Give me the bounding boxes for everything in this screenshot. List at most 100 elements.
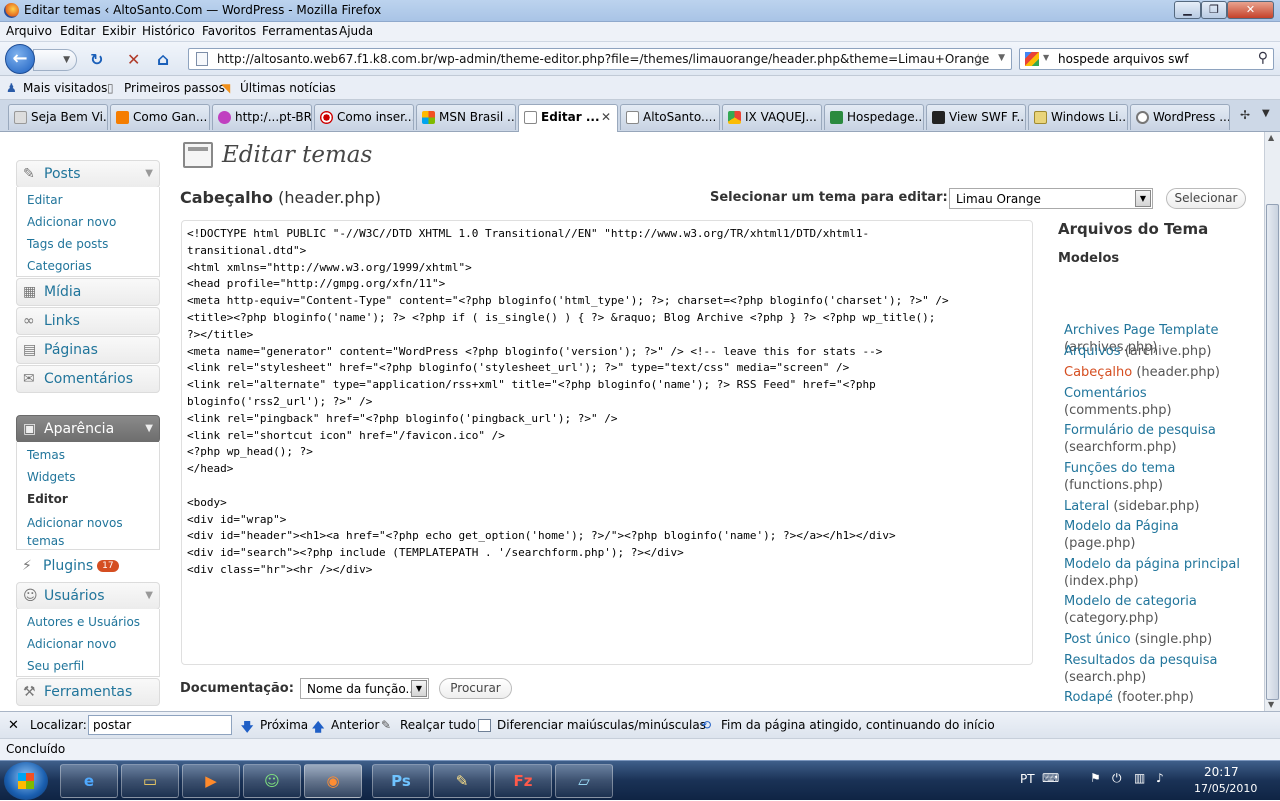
stop-icon[interactable]: ✕ (127, 50, 140, 69)
menu-favoritos[interactable]: Favoritos (202, 24, 256, 38)
media-player-taskbar-icon[interactable]: ▶ (182, 764, 240, 798)
menu-paginas[interactable]: ▤ Páginas (16, 336, 160, 364)
maximize-button[interactable]: ❐ (1201, 1, 1227, 19)
select-theme-button[interactable]: Selecionar (1166, 188, 1246, 209)
submenu-adicionar-novo[interactable]: Adicionar novo (27, 215, 116, 229)
close-button[interactable]: ✕ (1227, 1, 1274, 19)
submenu-editar[interactable]: Editar (27, 193, 63, 207)
chevron-down-icon[interactable]: ▼ (145, 590, 153, 601)
chevron-down-icon[interactable]: ▼ (1135, 190, 1151, 207)
chevron-down-icon[interactable]: ▼ (411, 680, 427, 697)
find-previous-button[interactable]: Anterior (331, 718, 379, 732)
menu-exibir[interactable]: Exibir (102, 24, 136, 38)
filezilla-taskbar-icon[interactable]: Fz (494, 764, 552, 798)
submenu-widgets[interactable]: Widgets (27, 470, 76, 484)
find-input[interactable]: postar (88, 715, 232, 735)
power-icon[interactable]: ⏻ (1112, 771, 1122, 786)
back-button[interactable]: ← (5, 44, 35, 74)
tab-list-icon[interactable]: ▼ (1262, 108, 1270, 119)
menu-midia[interactable]: ▦ Mídia (16, 278, 160, 306)
bookmark-ultimas-noticias[interactable]: Últimas notícias (240, 81, 336, 95)
url-history-dropdown-icon[interactable]: ▼ (998, 53, 1005, 63)
menu-editar[interactable]: Editar (60, 24, 96, 38)
submenu-tags[interactable]: Tags de posts (27, 237, 108, 251)
theme-file-link[interactable]: Arquivos (archive.php) (1064, 343, 1254, 360)
theme-file-link[interactable]: Resultados da pesquisa (search.php) (1064, 652, 1254, 686)
theme-file-link[interactable]: Funções do tema (functions.php) (1064, 460, 1254, 494)
menu-links[interactable]: ∞ Links (16, 307, 160, 335)
theme-file-link[interactable]: Lateral (sidebar.php) (1064, 498, 1254, 515)
submenu-temas[interactable]: Temas (27, 448, 65, 462)
reload-icon[interactable]: ↻ (90, 50, 103, 69)
messenger-taskbar-icon[interactable]: ☺ (243, 764, 301, 798)
submenu-categorias[interactable]: Categorias (27, 259, 92, 273)
theme-file-link[interactable]: Post único (single.php) (1064, 631, 1254, 648)
photoshop-taskbar-icon[interactable]: Ps (372, 764, 430, 798)
new-tab-icon[interactable]: ✢ (1240, 108, 1250, 122)
clock-date[interactable]: 17/05/2010 (1194, 782, 1257, 795)
tab-4[interactable]: Como inser... (314, 104, 414, 130)
search-engine-dropdown-icon[interactable]: ▼ (1043, 53, 1049, 62)
close-findbar-icon[interactable]: ✕ (8, 718, 19, 733)
match-case-checkbox[interactable] (478, 719, 491, 732)
lookup-button[interactable]: Procurar (439, 678, 512, 699)
flag-icon[interactable]: ⚑ (1090, 771, 1101, 785)
submenu-adicionar-usuario[interactable]: Adicionar novo (27, 637, 116, 651)
menu-comentarios[interactable]: ✉ Comentários (16, 365, 160, 393)
code-editor-textarea[interactable]: <!DOCTYPE html PUBLIC "-//W3C//DTD XHTML… (181, 220, 1033, 665)
tab-1[interactable]: Seja Bem Vi... (8, 104, 108, 130)
menu-ferramentas[interactable]: Ferramentas (262, 24, 338, 38)
tab-2[interactable]: Como Gan... (110, 104, 210, 130)
forward-dropdown-button[interactable]: ▼ (33, 49, 77, 71)
menu-aparencia[interactable]: ▣ Aparência ▼ (16, 415, 160, 443)
tab-8[interactable]: IX VAQUEJ... (722, 104, 822, 130)
network-icon[interactable]: ▥ (1134, 771, 1145, 785)
menu-historico[interactable]: Histórico (142, 24, 195, 38)
firefox-taskbar-icon[interactable]: ◉ (304, 764, 362, 798)
highlight-all-button[interactable]: Realçar tudo (400, 718, 476, 732)
home-icon[interactable]: ⌂ (157, 50, 169, 70)
theme-file-link[interactable]: Formulário de pesquisa (searchform.php) (1064, 422, 1254, 456)
keyboard-icon[interactable]: ⌨ (1042, 771, 1059, 785)
search-icon[interactable]: ⚲ (1258, 50, 1268, 66)
scroll-down-icon[interactable]: ▼ (1268, 700, 1274, 709)
theme-file-link[interactable]: Comentários (comments.php) (1064, 385, 1254, 419)
tab-5[interactable]: MSN Brasil ... (416, 104, 516, 130)
notepad-taskbar-icon[interactable]: ✎ (433, 764, 491, 798)
submenu-seu-perfil[interactable]: Seu perfil (27, 659, 84, 673)
tab-11[interactable]: Windows Li... (1028, 104, 1128, 130)
tab-7[interactable]: AltoSanto.... (620, 104, 720, 130)
url-bar[interactable]: http://altosanto.web67.f1.k8.com.br/wp-a… (188, 48, 1012, 70)
minimize-button[interactable]: ▁ (1174, 1, 1201, 19)
start-button[interactable] (4, 762, 48, 800)
tab-editar-active[interactable]: Editar ... ✕ (518, 104, 618, 132)
bookmark-primeiros-passos[interactable]: Primeiros passos (124, 81, 225, 95)
menu-ajuda[interactable]: Ajuda (339, 24, 373, 38)
menu-ferramentas[interactable]: ⚒ Ferramentas (16, 678, 160, 706)
ie-taskbar-icon[interactable]: e (60, 764, 118, 798)
theme-file-link[interactable]: Modelo da página principal (index.php) (1064, 556, 1254, 590)
submenu-autores[interactable]: Autores e Usuários (27, 615, 140, 629)
menu-arquivo[interactable]: Arquivo (6, 24, 52, 38)
theme-file-link[interactable]: Rodapé (footer.php) (1064, 689, 1254, 706)
search-bar[interactable]: ▼ hospede arquivos swf ⚲ (1019, 48, 1274, 70)
submenu-adicionar-temas[interactable]: Adicionar novos temas (27, 514, 137, 550)
tab-10[interactable]: View SWF F... (926, 104, 1026, 130)
tab-9[interactable]: Hospedage... (824, 104, 924, 130)
submenu-editor[interactable]: Editor (27, 492, 68, 506)
explorer-taskbar-icon[interactable]: ▭ (121, 764, 179, 798)
find-next-button[interactable]: Próxima (260, 718, 308, 732)
scroll-up-icon[interactable]: ▲ (1268, 133, 1274, 142)
menu-posts[interactable]: ✎ Posts ▼ (16, 160, 160, 188)
scrollbar-thumb[interactable] (1266, 204, 1279, 700)
theme-file-link[interactable]: Modelo de categoria (category.php) (1064, 593, 1254, 627)
chevron-down-icon[interactable]: ▼ (145, 168, 153, 179)
menu-usuarios[interactable]: ☺ Usuários ▼ (16, 582, 160, 610)
chevron-down-icon[interactable]: ▼ (145, 423, 153, 434)
language-indicator[interactable]: PT (1020, 772, 1035, 786)
tab-3[interactable]: http:/...pt-BR (212, 104, 312, 130)
theme-file-link[interactable]: Cabeçalho (header.php) (1064, 364, 1254, 381)
clock-time[interactable]: 20:17 (1204, 765, 1239, 779)
function-name-select[interactable]: Nome da função... ▼ (300, 678, 429, 699)
bookmark-star-icon[interactable]: ☆ (972, 50, 985, 68)
